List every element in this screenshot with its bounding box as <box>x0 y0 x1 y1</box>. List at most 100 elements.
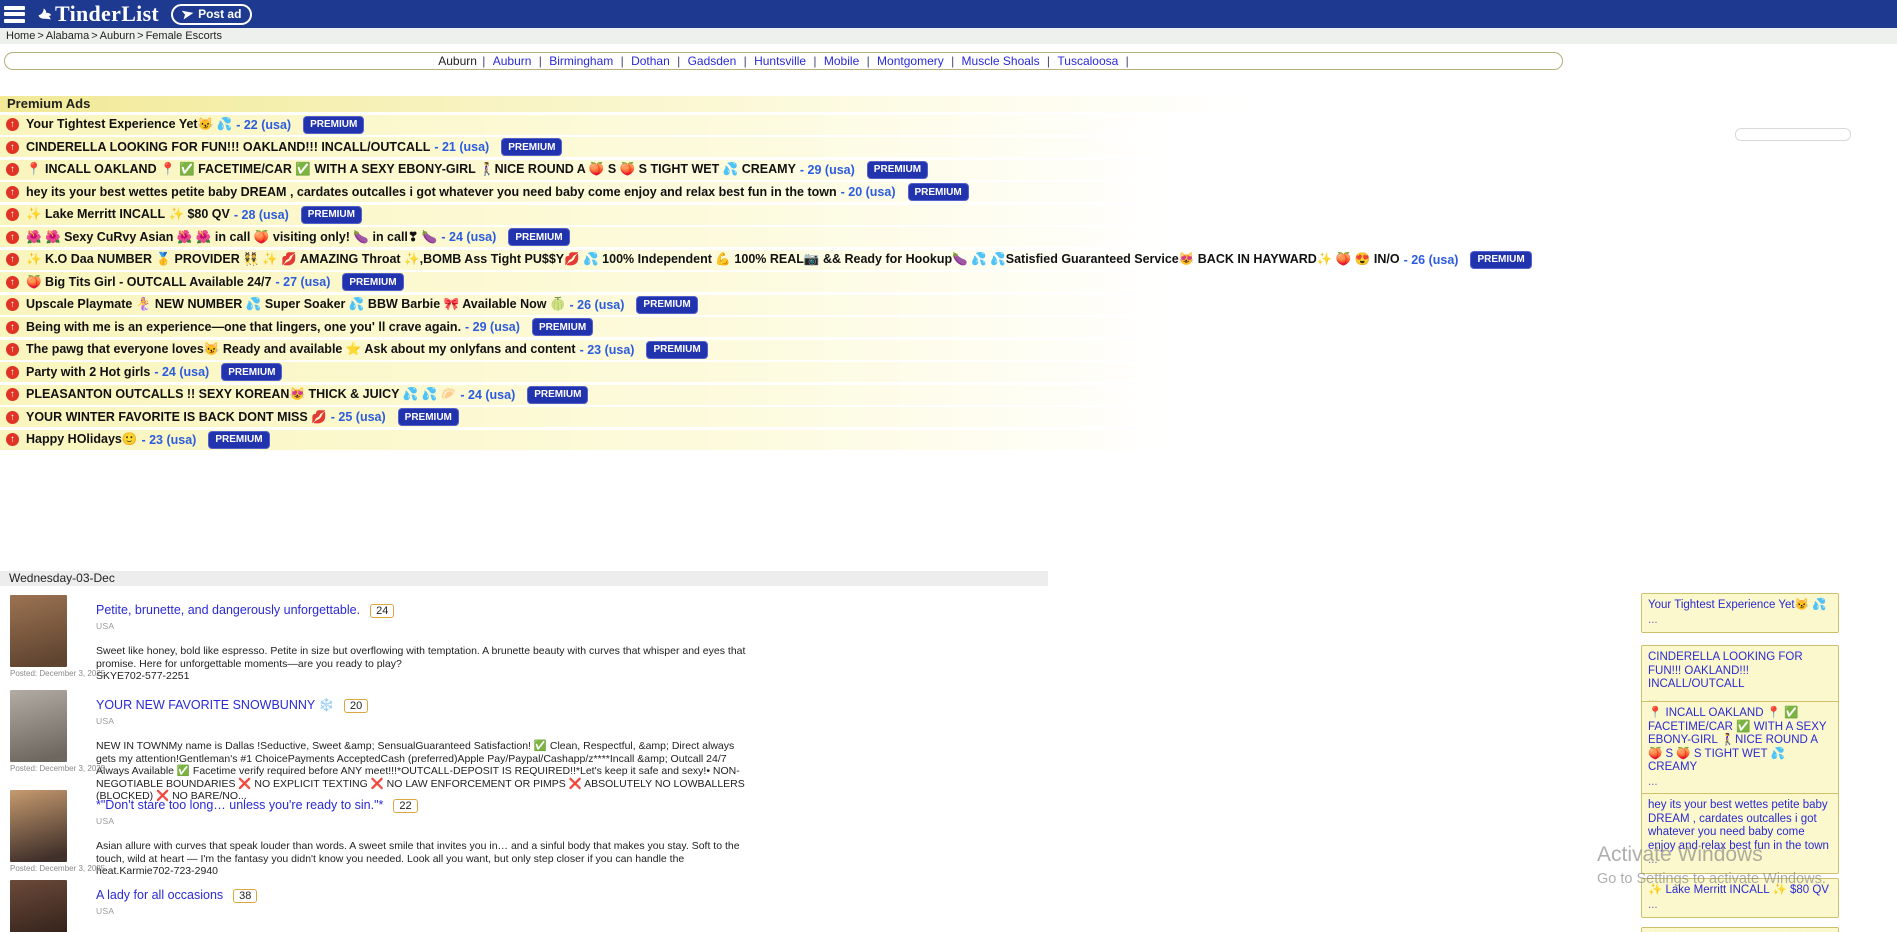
breadcrumb-separator: > <box>37 30 43 42</box>
breadcrumb-item-female-escorts[interactable]: Female Escorts <box>146 30 222 42</box>
premium-ad-age: - 20 (usa) <box>841 185 896 199</box>
premium-ads-list: ↑Your Tightest Experience Yet😼 💦 - 22 (u… <box>0 115 1565 450</box>
city-current: Auburn <box>438 54 477 68</box>
city-link-tuscaloosa[interactable]: Tuscaloosa <box>1057 54 1118 68</box>
listing-photo-thumbnail[interactable] <box>10 595 67 667</box>
premium-ad-title-link[interactable]: Your Tightest Experience Yet😼 💦 <box>26 117 232 132</box>
listing-title-link[interactable]: *"Don't stare too long… unless you're re… <box>96 798 383 812</box>
premium-ad-title-link[interactable]: 🌺 🌺 Sexy CuRvy Asian 🌺 🌺 in call 🍑 visit… <box>26 229 437 245</box>
breadcrumb-item-home[interactable]: Home <box>6 30 35 42</box>
post-ad-button[interactable]: Post ad <box>171 4 252 25</box>
premium-ad-title-link[interactable]: Party with 2 Hot girls <box>26 365 150 379</box>
premium-ad-row: ↑Your Tightest Experience Yet😼 💦 - 22 (u… <box>0 115 1565 135</box>
premium-ad-row: ↑ ✨ K.O Daa NUMBER 🥇 PROVIDER 👯 ✨ 💋 AMAZI… <box>0 250 1565 270</box>
listing-age-badge: 38 <box>233 889 257 903</box>
listing-posted-date: Posted: December 3, 2025 <box>10 864 105 873</box>
premium-ad-title-link[interactable]: Upscale Playmate 🧜‍♀️ NEW NUMBER 💦 Super… <box>26 297 566 312</box>
premium-ad-title-link[interactable]: 📍 INCALL OAKLAND 📍 ✅ FACETIME/CAR ✅ WITH… <box>26 162 796 177</box>
city-separator: | <box>535 54 545 68</box>
premium-ad-title-link[interactable]: hey its your best wettes petite baby DRE… <box>26 185 837 199</box>
city-link-mobile[interactable]: Mobile <box>824 54 859 68</box>
premium-ad-title-link[interactable]: ✨ Lake Merritt INCALL ✨ $80 QV <box>26 207 230 222</box>
sidebar-ellipsis: ... <box>1648 899 1832 913</box>
premium-ad-title-link[interactable]: The pawg that everyone loves😼 Ready and … <box>26 342 576 357</box>
upvote-icon: ↑ <box>6 388 19 401</box>
listing-age-badge: 24 <box>370 604 394 618</box>
premium-badge: PREMIUM <box>532 318 593 336</box>
listing-item: A lady for all occasions38USA <box>0 875 1060 916</box>
premium-badge: PREMIUM <box>867 161 928 179</box>
premium-ads-section: Premium Ads ↑Your Tightest Experience Ye… <box>0 96 1565 450</box>
premium-ad-title-link[interactable]: YOUR WINTER FAVORITE IS BACK DONT MISS 💋 <box>26 410 327 425</box>
upvote-icon: ↑ <box>6 411 19 424</box>
premium-ad-age: - 25 (usa) <box>331 410 386 424</box>
sidebar-premium-box: 🌺 🌺 Sexy CuRvy Asian 🌺 🌺 in call 🍑 visit… <box>1641 927 1839 932</box>
sidebar-premium-box: 📍 INCALL OAKLAND 📍 ✅ FACETIME/CAR ✅ WITH… <box>1641 701 1839 795</box>
premium-badge: PREMIUM <box>221 363 282 381</box>
listing-title-row: Petite, brunette, and dangerously unforg… <box>96 601 1060 619</box>
breadcrumb-item-auburn[interactable]: Auburn <box>100 30 135 42</box>
paper-plane-icon <box>182 8 194 20</box>
listing-body: Petite, brunette, and dangerously unforg… <box>96 590 1060 683</box>
sidebar-premium-link[interactable]: ✨ Lake Merritt INCALL ✨ $80 QV <box>1648 884 1832 898</box>
city-link-birmingham[interactable]: Birmingham <box>549 54 613 68</box>
premium-badge: PREMIUM <box>908 183 969 201</box>
city-link-dothan[interactable]: Dothan <box>631 54 670 68</box>
premium-ad-age: - 26 (usa) <box>1404 253 1459 267</box>
upvote-icon: ↑ <box>6 118 19 131</box>
sidebar-premium-link[interactable]: hey its your best wettes petite baby DRE… <box>1648 799 1832 853</box>
premium-ad-title-link[interactable]: CINDERELLA LOOKING FOR FUN!!! OAKLAND!!!… <box>26 140 430 154</box>
city-link-auburn[interactable]: Auburn <box>493 54 532 68</box>
listing-age-badge: 20 <box>344 699 368 713</box>
listing-photo-thumbnail[interactable] <box>10 790 67 862</box>
premium-ad-title-link[interactable]: ✨ K.O Daa NUMBER 🥇 PROVIDER 👯 ✨ 💋 AMAZIN… <box>26 252 1400 267</box>
premium-badge: PREMIUM <box>1470 251 1531 269</box>
premium-ad-title-link[interactable]: Being with me is an experience—one that … <box>26 320 461 334</box>
sidebar-premium-box: ✨ Lake Merritt INCALL ✨ $80 QV... <box>1641 878 1839 918</box>
listing-photo-thumbnail[interactable] <box>10 690 67 762</box>
sidebar-premium-link[interactable]: CINDERELLA LOOKING FOR FUN!!! OAKLAND!!!… <box>1648 651 1832 692</box>
city-separator: | <box>810 54 820 68</box>
premium-ad-age: - 24 (usa) <box>460 388 515 402</box>
city-link-huntsville[interactable]: Huntsville <box>754 54 806 68</box>
premium-ad-age: - 21 (usa) <box>434 140 489 154</box>
listing-description: Sweet like honey, bold like espresso. Pe… <box>96 645 756 670</box>
sidebar-premium-box: Your Tightest Experience Yet😼 💦... <box>1641 593 1839 633</box>
listing-title-link[interactable]: YOUR NEW FAVORITE SNOWBUNNY ❄️ <box>96 698 334 712</box>
premium-ad-title-link[interactable]: PLEASANTON OUTCALLS !! SEXY KOREAN😻 THIC… <box>26 387 456 402</box>
city-link-muscle-shoals[interactable]: Muscle Shoals <box>962 54 1040 68</box>
city-link-montgomery[interactable]: Montgomery <box>877 54 944 68</box>
premium-badge: PREMIUM <box>501 138 562 156</box>
listing-title-link[interactable]: A lady for all occasions <box>96 888 223 902</box>
city-separator: | <box>1122 54 1128 68</box>
breadcrumb-separator: > <box>137 30 143 42</box>
upvote-icon: ↑ <box>6 253 19 266</box>
premium-ad-age: - 23 (usa) <box>141 433 196 447</box>
logo-bird-icon <box>36 6 55 23</box>
site-logo[interactable]: TinderList <box>36 1 159 27</box>
sidebar-premium-link[interactable]: Your Tightest Experience Yet😼 💦 <box>1648 599 1832 613</box>
premium-ad-age: - 24 (usa) <box>154 365 209 379</box>
listing-title-link[interactable]: Petite, brunette, and dangerously unforg… <box>96 603 360 617</box>
premium-ad-row: ↑ PLEASANTON OUTCALLS !! SEXY KOREAN😻 THI… <box>0 385 1565 405</box>
breadcrumb-item-alabama[interactable]: Alabama <box>46 30 89 42</box>
city-link-gadsden[interactable]: Gadsden <box>688 54 737 68</box>
listing-age-badge: 22 <box>393 799 417 813</box>
hamburger-menu-icon[interactable] <box>4 3 25 25</box>
listing-body: *"Don't stare too long… unless you're re… <box>96 785 1060 878</box>
premium-ad-row: ↑🌺 🌺 Sexy CuRvy Asian 🌺 🌺 in call 🍑 visi… <box>0 227 1565 247</box>
listing-posted-date: Posted: December 3, 2025 <box>10 669 105 678</box>
top-navbar: TinderList Post ad <box>0 0 1897 28</box>
breadcrumb-separator: > <box>91 30 97 42</box>
premium-badge: PREMIUM <box>208 431 269 449</box>
sidebar-premium-link[interactable]: 📍 INCALL OAKLAND 📍 ✅ FACETIME/CAR ✅ WITH… <box>1648 707 1832 775</box>
upvote-icon: ↑ <box>6 433 19 446</box>
city-separator: | <box>863 54 873 68</box>
premium-ad-title-link[interactable]: Happy HOlidays🙂 <box>26 432 137 447</box>
premium-ad-title-link[interactable]: 🍑 Big Tits Girl - OUTCALL Available 24/7 <box>26 275 271 290</box>
listing-country: USA <box>96 621 1060 631</box>
premium-ad-age: - 28 (usa) <box>234 208 289 222</box>
listing-photo-thumbnail[interactable] <box>10 880 67 932</box>
sidebar-ellipsis: ... <box>1648 614 1832 628</box>
city-separator: | <box>948 54 958 68</box>
